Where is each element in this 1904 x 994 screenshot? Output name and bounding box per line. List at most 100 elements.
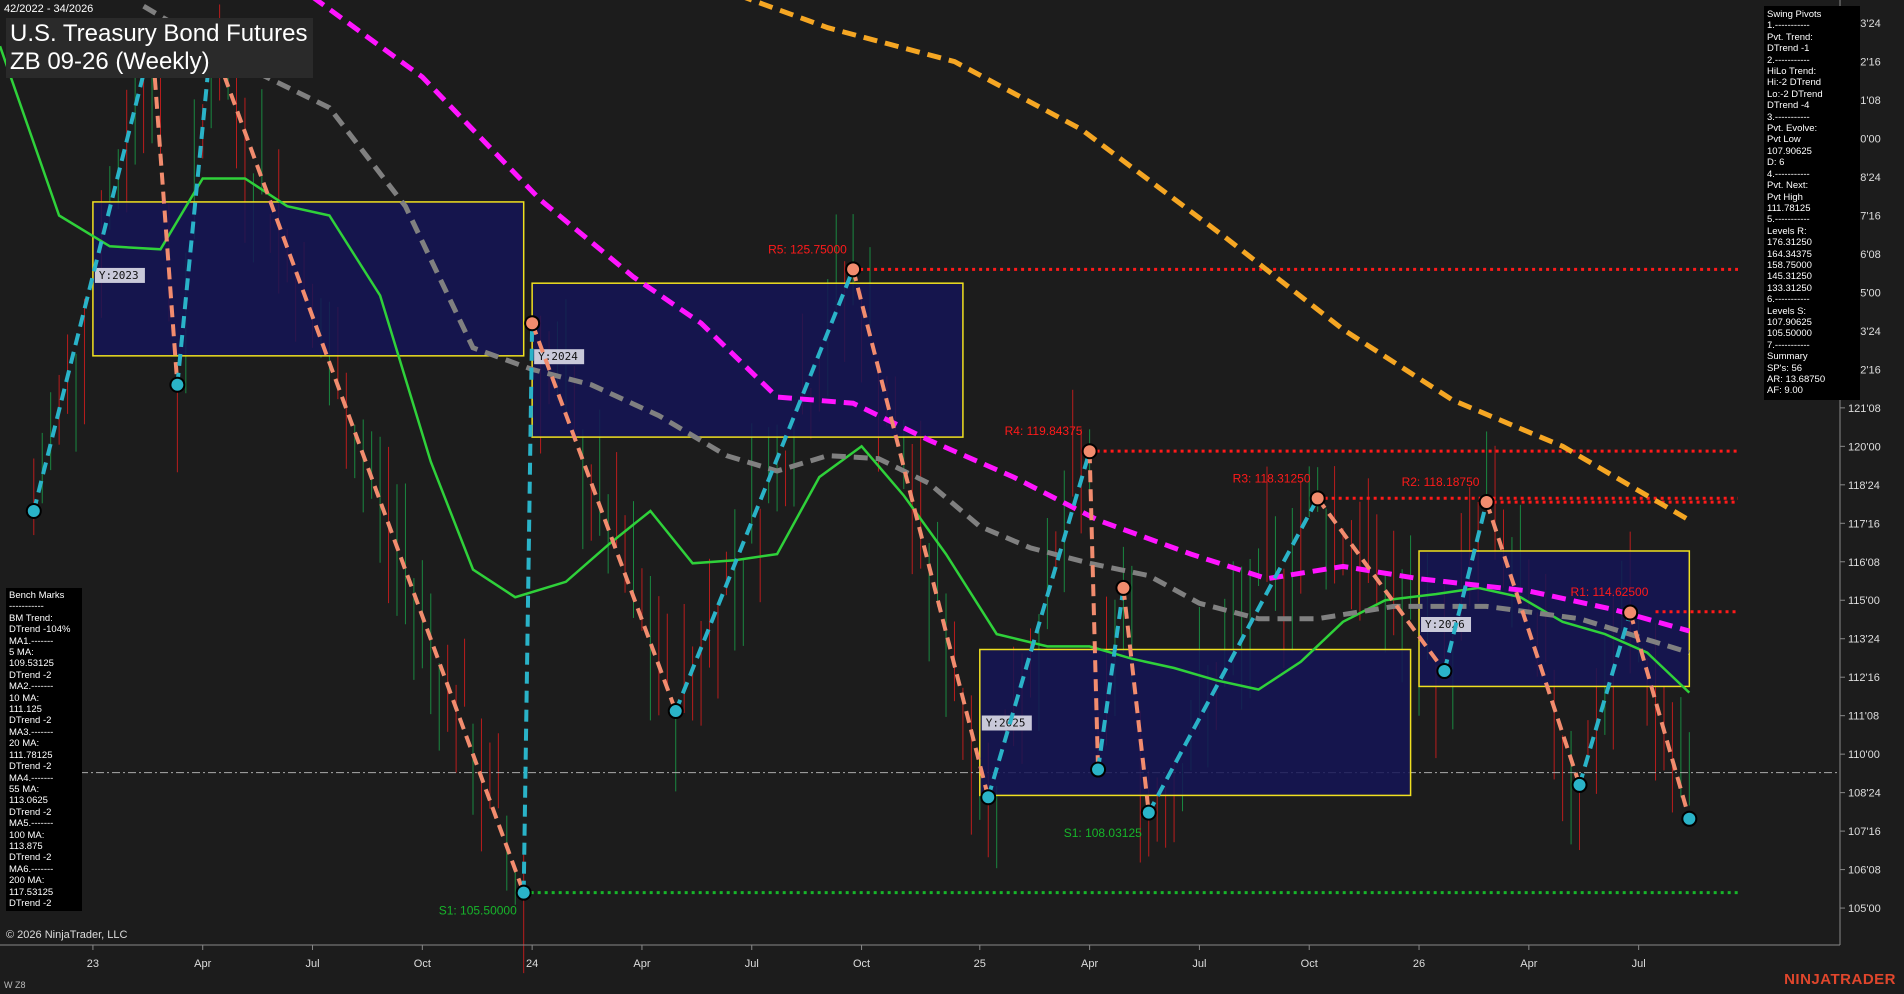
bench-marks-line: MA3.------- (9, 726, 54, 738)
swing-pivots-line: 2.----------- (1767, 54, 1810, 66)
y-tick-label: 108'24 (1848, 788, 1881, 800)
swing-pivots-line: Pvt High (1767, 191, 1803, 203)
swing-pivots-line: 4.----------- (1767, 168, 1810, 180)
swing-pivots-panel: Swing Pivots 1.----------- Pvt. Trend: DTre… (1764, 6, 1860, 400)
swing-pivots-line: Pvt. Trend: (1767, 31, 1813, 43)
level-label: R4: 119.84375 (1005, 424, 1083, 438)
level-label: S1: 105.50000 (439, 904, 517, 918)
swing-pivots-line: Pvt Low (1767, 134, 1801, 146)
swing-high-dot (1115, 579, 1132, 596)
x-tick-label: Apr (633, 958, 650, 970)
swing-low-dot (169, 376, 186, 393)
bench-marks-line: Bench Marks (9, 590, 65, 601)
instrument-name: U.S. Treasury Bond Futures (10, 20, 308, 47)
bench-marks-line: ----------- (9, 601, 44, 613)
level-label: R1: 114.62500 (1571, 585, 1649, 599)
swing-pivots-line: 164.34375 (1767, 248, 1812, 260)
swing-pivots-line: 158.75000 (1767, 259, 1812, 271)
bench-marks-panel: Bench Marks ----------- BM Trend: DTrend -1… (6, 588, 82, 912)
date-range-label: 42/2022 - 34/2026 (4, 3, 94, 15)
bench-marks-line: 20 MA: (9, 738, 40, 750)
swing-pivots-line: AF: 9.00 (1767, 385, 1803, 397)
level-label: R2: 118.18750 (1402, 475, 1480, 489)
chart-title: U.S. Treasury Bond Futures ZB 09-26 (Wee… (6, 18, 314, 78)
bench-marks-line: 55 MA: (9, 783, 40, 795)
bench-marks-line: MA5.------- (9, 818, 54, 830)
swing-pivots-line: HiLo Trend: (1767, 66, 1817, 78)
swing-pivots-line: Levels R: (1767, 225, 1807, 237)
bench-marks-line: BM Trend: (9, 612, 53, 624)
bench-marks-line: 5 MA: (9, 647, 34, 659)
bench-marks-line: 111.78125 (9, 749, 53, 761)
contract-period: ZB 09-26 (Weekly) (10, 48, 210, 75)
x-tick-label: 25 (974, 958, 986, 970)
swing-low-dot (1571, 776, 1588, 793)
x-tick-label: Oct (853, 958, 870, 970)
chart-background (0, 0, 1904, 994)
swing-low-dot (1090, 761, 1107, 778)
swing-high-dot (1622, 604, 1639, 621)
bench-marks-line: 109.53125 (9, 658, 54, 670)
swing-pivots-line: 5.----------- (1767, 214, 1810, 226)
swing-low-dot (980, 789, 997, 806)
y-tick-label: 106'08 (1848, 865, 1881, 877)
y-tick-label: 112'16 (1848, 672, 1880, 684)
bench-marks-line: 113.875 (9, 840, 43, 852)
bench-marks-line: 10 MA: (9, 692, 40, 704)
swing-pivots-line: Pvt. Next: (1767, 180, 1809, 192)
year-box-label: Y:2026 (1425, 618, 1465, 631)
swing-pivots-line: Pvt. Evolve: (1767, 123, 1818, 135)
year-box-tag: Y:2023 (94, 267, 145, 283)
bench-marks-line: DTrend -2 (9, 806, 52, 818)
bench-marks-line: 117.53125 (9, 886, 54, 898)
swing-low-dot (25, 502, 42, 519)
swing-pivots-line: AR: 13.68750 (1767, 374, 1826, 385)
y-tick-label: 113'24 (1848, 634, 1880, 646)
y-tick-label: 111'08 (1848, 711, 1879, 723)
x-tick-label: Jul (1192, 958, 1206, 970)
year-box-label: Y:2023 (99, 269, 139, 282)
swing-low-dot (515, 884, 532, 901)
swing-pivots-line: 107.90625 (1767, 145, 1812, 157)
swing-pivots-line: SP's: 56 (1767, 362, 1803, 374)
ninjatrader-logo: NINJATRADER (1784, 971, 1896, 988)
swing-pivots-line: 176.31250 (1767, 237, 1812, 249)
level-label: R3: 118.31250 (1233, 471, 1311, 485)
swing-pivots-line: DTrend -4 (1767, 100, 1810, 112)
y-tick-label: 110'00 (1848, 749, 1880, 761)
bench-marks-line: MA4.------- (9, 772, 54, 784)
y-tick-label: 116'08 (1848, 557, 1880, 569)
bench-marks-line: DTrend -2 (9, 669, 52, 681)
y-tick-label: 118'24 (1848, 480, 1880, 492)
y-tick-label: 107'16 (1848, 826, 1881, 838)
swing-low-dot (1681, 810, 1698, 827)
bench-marks-line: 113.0625 (9, 795, 48, 807)
swing-pivots-line: 111.78125 (1767, 202, 1811, 214)
x-tick-label: 26 (1413, 958, 1425, 970)
swing-low-dot (1436, 663, 1453, 680)
swing-pivots-line: Swing Pivots (1767, 9, 1822, 20)
swing-pivots-line: 133.31250 (1767, 282, 1812, 294)
price-chart[interactable]: Y:2023Y:2024Y:2025Y:2026 R5: 125.75000R4… (0, 0, 1904, 994)
x-tick-label: Oct (414, 958, 431, 970)
bench-marks-line: MA6.------- (9, 863, 54, 875)
instrument-tag: W Z8 (4, 980, 26, 990)
y-tick-label: 117'16 (1848, 518, 1880, 530)
year-box-label: Y:2025 (986, 716, 1026, 729)
year-box-tag: Y:2025 (981, 715, 1032, 731)
swing-low-dot (667, 703, 684, 720)
y-tick-label: 105'00 (1848, 903, 1881, 915)
swing-high-dot (524, 315, 541, 332)
swing-pivots-line: Lo:-2 DTrend (1767, 88, 1823, 100)
swing-pivots-line: 107.90625 (1767, 316, 1812, 328)
year-box (92, 201, 525, 357)
copyright-text: © 2026 NinjaTrader, LLC (6, 929, 128, 941)
swing-high-dot (1478, 494, 1495, 511)
bench-marks-line: DTrend -2 (9, 852, 52, 864)
swing-pivots-line: 105.50000 (1767, 328, 1812, 340)
y-tick-label: 115'00 (1848, 595, 1880, 607)
bench-marks-line: MA2.------- (9, 681, 54, 693)
swing-pivots-line: 6.----------- (1767, 294, 1810, 306)
swing-low-dot (1140, 804, 1157, 821)
x-tick-label: 23 (87, 958, 99, 970)
